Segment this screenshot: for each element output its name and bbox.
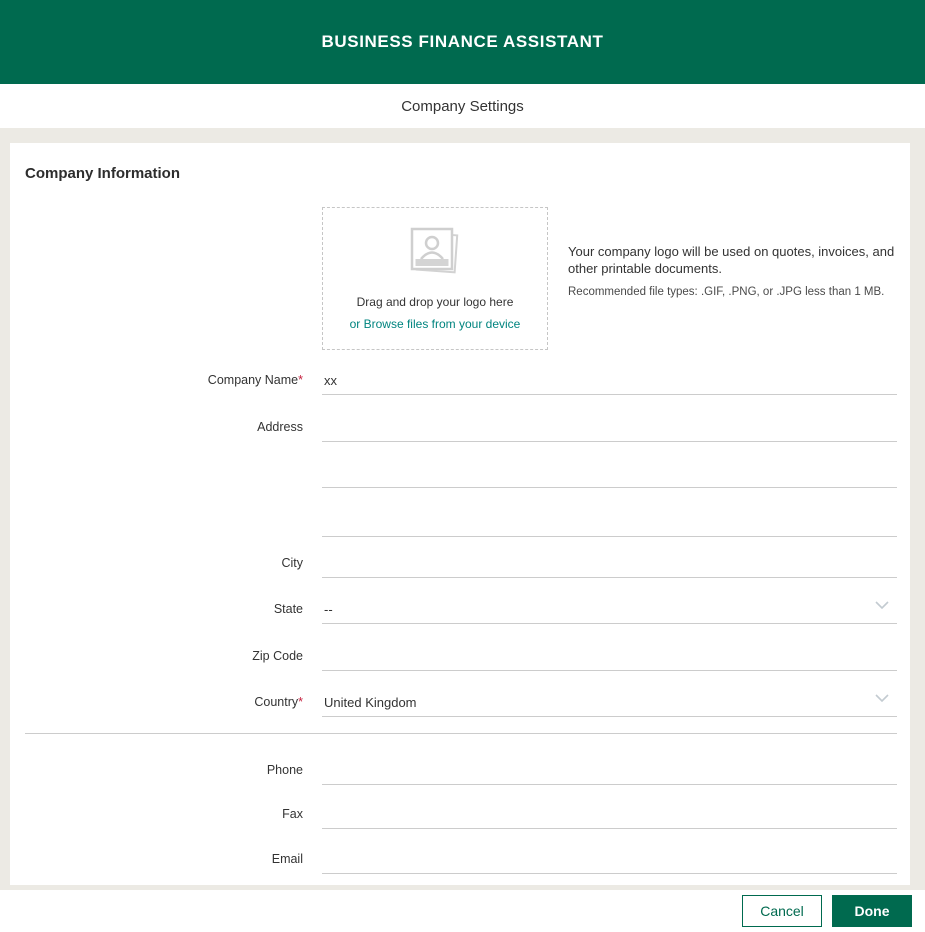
address-line-1-input[interactable] [322,420,897,441]
country-select[interactable]: United Kingdom [322,694,897,717]
app-title: BUSINESS FINANCE ASSISTANT [321,32,604,51]
page-title: Company Settings [401,97,524,115]
city-label: City [281,556,303,570]
address-label: Address [257,420,303,434]
field-row-fax: Fax [10,783,897,829]
section-divider [25,733,897,734]
field-row-country: Country* United Kingdom [10,671,897,717]
zip-code-input[interactable] [322,649,897,670]
state-label: State [273,602,303,616]
fax-label: Fax [282,807,303,821]
company-info-card: Company Information Drag and drop your l… [10,143,910,885]
app-header: BUSINESS FINANCE ASSISTANT [0,0,925,84]
field-row-address-3 [10,491,897,537]
phone-input[interactable] [322,763,897,784]
email-label: Email [271,852,303,866]
field-row-company-name: Company Name* [10,349,897,395]
zip-code-label: Zip Code [252,649,303,663]
chevron-down-icon [875,596,889,614]
subheader-bar: Company Settings [0,84,925,128]
city-input[interactable] [322,556,897,577]
fax-input[interactable] [322,807,897,828]
logo-description: Your company logo will be used on quotes… [568,244,895,276]
field-row-email: Email [10,828,897,874]
done-button[interactable]: Done [832,895,912,927]
chevron-down-icon [875,689,889,707]
action-bar: Cancel Done [0,890,925,932]
field-row-address-2 [10,442,897,488]
logo-dropzone[interactable]: Drag and drop your logo here or Browse f… [322,207,548,350]
photo-placeholder-icon [406,226,464,283]
phone-label: Phone [266,763,303,777]
country-label: Country [254,695,299,709]
address-2-label [10,480,303,488]
field-row-address-1: Address [10,396,897,442]
dropzone-drag-text: Drag and drop your logo here [356,295,514,309]
address-line-2-input[interactable] [322,466,897,487]
section-title: Company Information [25,165,181,182]
country-selected-value: United Kingdom [324,695,417,710]
field-row-phone: Phone [10,739,897,785]
email-input[interactable] [322,852,897,873]
cancel-button[interactable]: Cancel [742,895,822,927]
field-row-city: City [10,532,897,578]
browse-files-link[interactable]: or Browse files from your device [350,317,521,331]
field-row-state: State -- [10,578,897,624]
state-selected-value: -- [324,602,333,617]
company-name-input[interactable] [322,373,897,394]
state-select[interactable]: -- [322,601,897,624]
required-asterisk: * [298,695,303,709]
logo-recommendation: Recommended file types: .GIF, .PNG, or .… [568,286,885,298]
required-asterisk: * [298,373,303,387]
company-name-label: Company Name [207,373,299,387]
field-row-zip-code: Zip Code [10,625,897,671]
